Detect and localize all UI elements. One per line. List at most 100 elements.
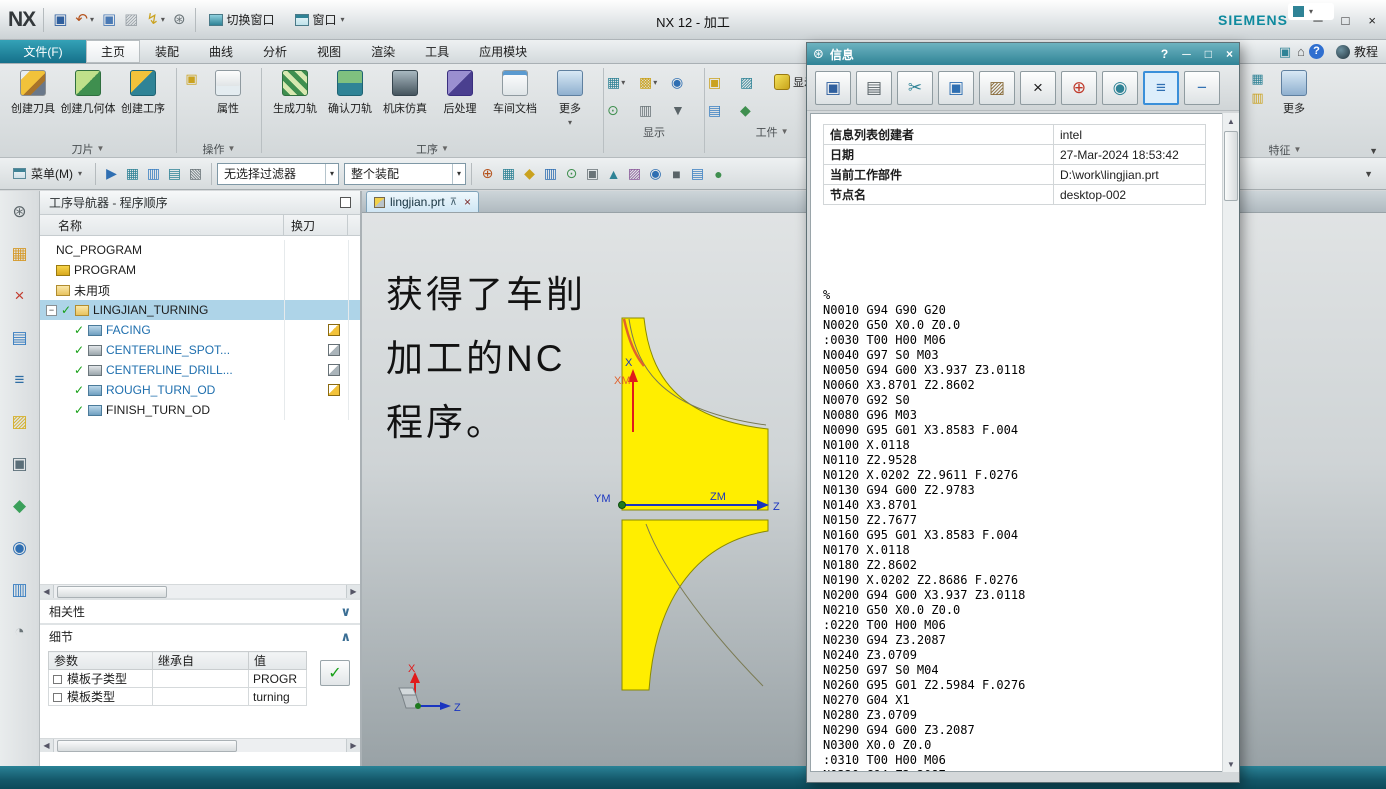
- qat-button[interactable]: ▣: [99, 7, 119, 33]
- tree-row[interactable]: ✓ FINISH_TURN_OD: [40, 400, 360, 420]
- scroll-left-icon[interactable]: ◀: [40, 585, 54, 598]
- ribbon-button[interactable]: 生成刀轨: [268, 67, 322, 116]
- toolbar-overflow-caret-icon[interactable]: ▼: [1364, 169, 1373, 179]
- details-row[interactable]: 模板类型 turning: [48, 687, 307, 706]
- intersection-icon[interactable]: ⊙: [561, 163, 582, 184]
- info-toolbar-button[interactable]: ▤: [856, 70, 892, 105]
- edit-object-icon[interactable]: ▣: [183, 71, 200, 87]
- face-snap-icon[interactable]: ◉: [645, 163, 666, 184]
- center-point-icon[interactable]: ▥: [540, 163, 561, 184]
- ribbon-button[interactable]: 更多 ▾: [543, 67, 597, 127]
- tree-horizontal-scrollbar[interactable]: ◀ ▶: [40, 584, 360, 598]
- selection-filter-dropdown[interactable]: 无选择过滤器 ▾: [217, 162, 340, 185]
- resource-bar-item[interactable]: ▥: [7, 577, 33, 603]
- ribbon-small-button[interactable]: ▣: [708, 69, 738, 95]
- ribbon-tab[interactable]: 工具: [410, 40, 464, 63]
- ribbon-small-button[interactable]: ▦ ▾: [607, 69, 637, 95]
- minimize-button[interactable]: ─: [1182, 47, 1191, 61]
- close-button[interactable]: ×: [1226, 47, 1233, 61]
- details-section-header[interactable]: 细节 ∧: [40, 623, 360, 648]
- details-horizontal-scrollbar[interactable]: ◀ ▶: [40, 738, 360, 752]
- ribbon-small-button[interactable]: ▨: [740, 69, 770, 95]
- info-toolbar-button[interactable]: ◉: [1102, 70, 1138, 105]
- select-by-type-icon[interactable]: ▶: [101, 163, 122, 184]
- select-face-icon[interactable]: ▦: [122, 163, 143, 184]
- dependencies-section-header[interactable]: 相关性 ∨: [40, 598, 360, 623]
- ribbon-button[interactable]: 创建几何体: [61, 67, 116, 116]
- ribbon-tab[interactable]: 视图: [302, 40, 356, 63]
- window-menu-button[interactable]: 窗口 ▾: [288, 7, 352, 33]
- resource-bar-item[interactable]: ◔: [7, 619, 33, 645]
- info-vertical-scrollbar[interactable]: ▲ ▼: [1222, 113, 1239, 772]
- selection-scope-dropdown[interactable]: 整个装配 ▾: [344, 162, 467, 185]
- info-window-titlebar[interactable]: ⊛ 信息 ? ─ □ ×: [807, 43, 1239, 65]
- ribbon-tab[interactable]: 曲线: [194, 40, 248, 63]
- home-icon[interactable]: ⌂: [1293, 44, 1309, 60]
- resource-bar-item[interactable]: ◆: [7, 493, 33, 519]
- scrollbar-thumb[interactable]: [57, 740, 237, 752]
- ribbon-tab[interactable]: 分析: [248, 40, 302, 63]
- info-toolbar-button[interactable]: ▨: [979, 70, 1015, 105]
- maximize-button[interactable]: □: [1205, 47, 1212, 61]
- qat-button[interactable]: ⊛: [170, 7, 189, 33]
- scroll-down-icon[interactable]: ▼: [1223, 756, 1239, 772]
- ribbon-tab[interactable]: 渲染: [356, 40, 410, 63]
- scroll-right-icon[interactable]: ▶: [346, 585, 360, 598]
- info-toolbar-button[interactable]: ⊕: [1061, 70, 1097, 105]
- mid-point-icon[interactable]: ◆: [519, 163, 540, 184]
- qat-button[interactable]: ↶ ▾: [72, 7, 97, 33]
- details-col-param[interactable]: 参数: [48, 651, 153, 670]
- ribbon-tab[interactable]: 主页: [86, 40, 141, 63]
- scroll-up-icon[interactable]: ▲: [1223, 113, 1239, 129]
- help-icon[interactable]: ?: [1308, 43, 1324, 59]
- tree-row[interactable]: NC_PROGRAM: [40, 240, 360, 260]
- tutorial-button[interactable]: 教程: [1335, 43, 1378, 60]
- navigator-undock-button[interactable]: [340, 197, 351, 208]
- select-body-icon[interactable]: ▥: [143, 163, 164, 184]
- apply-check-button[interactable]: ✓: [320, 660, 350, 686]
- column-header-name[interactable]: 名称: [40, 215, 284, 235]
- ribbon-overflow-caret-icon[interactable]: ▼: [1369, 146, 1378, 156]
- ribbon-button[interactable]: 机床仿真: [378, 67, 432, 116]
- resource-bar-item[interactable]: ▤: [7, 325, 33, 351]
- scroll-right-icon[interactable]: ▶: [346, 739, 360, 752]
- qat-button[interactable]: ▨: [121, 7, 141, 33]
- wcs-cube-top[interactable]: [398, 687, 417, 696]
- close-button[interactable]: ×: [1368, 13, 1376, 28]
- feature-icon[interactable]: ▦: [1249, 71, 1266, 87]
- details-col-value[interactable]: 值: [248, 651, 307, 670]
- qat-button[interactable]: ▣: [50, 7, 70, 33]
- checkbox[interactable]: [53, 693, 62, 702]
- switch-window-button[interactable]: 切换窗口: [202, 7, 282, 33]
- tree-row[interactable]: ✓ ROUGH_TURN_OD: [40, 380, 360, 400]
- ribbon-button[interactable]: 创建刀具: [6, 67, 60, 116]
- info-toolbar-button[interactable]: ≡: [1143, 70, 1179, 105]
- ribbon-small-button[interactable]: ⊙: [607, 97, 637, 123]
- tab-close-icon[interactable]: ×: [464, 195, 471, 209]
- ribbon-small-button[interactable]: ▩ ▾: [639, 69, 669, 95]
- menu-button[interactable]: 菜单(M) ▾: [5, 162, 90, 186]
- end-point-icon[interactable]: ▦: [498, 163, 519, 184]
- part-tab[interactable]: lingjian.prt ⊼ ×: [366, 191, 480, 212]
- scrollbar-thumb[interactable]: [57, 586, 167, 598]
- ribbon-button[interactable]: 属性: [201, 67, 255, 116]
- part-cross-section-bottom[interactable]: [621, 519, 769, 691]
- resource-bar-item[interactable]: ◉: [7, 535, 33, 561]
- qat-button[interactable]: ↯ ▾: [143, 7, 168, 33]
- panel-resize-grip[interactable]: [40, 752, 360, 766]
- snap-point-icon[interactable]: ⊕: [477, 163, 498, 184]
- pin-icon[interactable]: ⊼: [450, 197, 457, 208]
- ribbon-button[interactable]: 后处理: [433, 67, 487, 116]
- existing-point-icon[interactable]: ▲: [603, 163, 624, 184]
- ribbon-small-button[interactable]: ▼: [671, 97, 701, 123]
- tree-row[interactable]: ✓ CENTERLINE_SPOT...: [40, 340, 360, 360]
- tree-row[interactable]: ✓ FACING: [40, 320, 360, 340]
- info-toolbar-button[interactable]: ▣: [815, 70, 851, 105]
- resource-bar-item[interactable]: ⊛: [7, 199, 33, 225]
- ribbon-button[interactable]: 创建工序: [116, 67, 170, 116]
- tree-row[interactable]: PROGRAM: [40, 260, 360, 280]
- param-value[interactable]: turning: [248, 687, 307, 706]
- info-content[interactable]: 信息列表创建者 intel 日期 27-Mar-2024 18:53:42 当前…: [810, 113, 1236, 772]
- datum-icon[interactable]: ▨: [624, 163, 645, 184]
- ribbon-small-button[interactable]: ▥: [639, 97, 669, 123]
